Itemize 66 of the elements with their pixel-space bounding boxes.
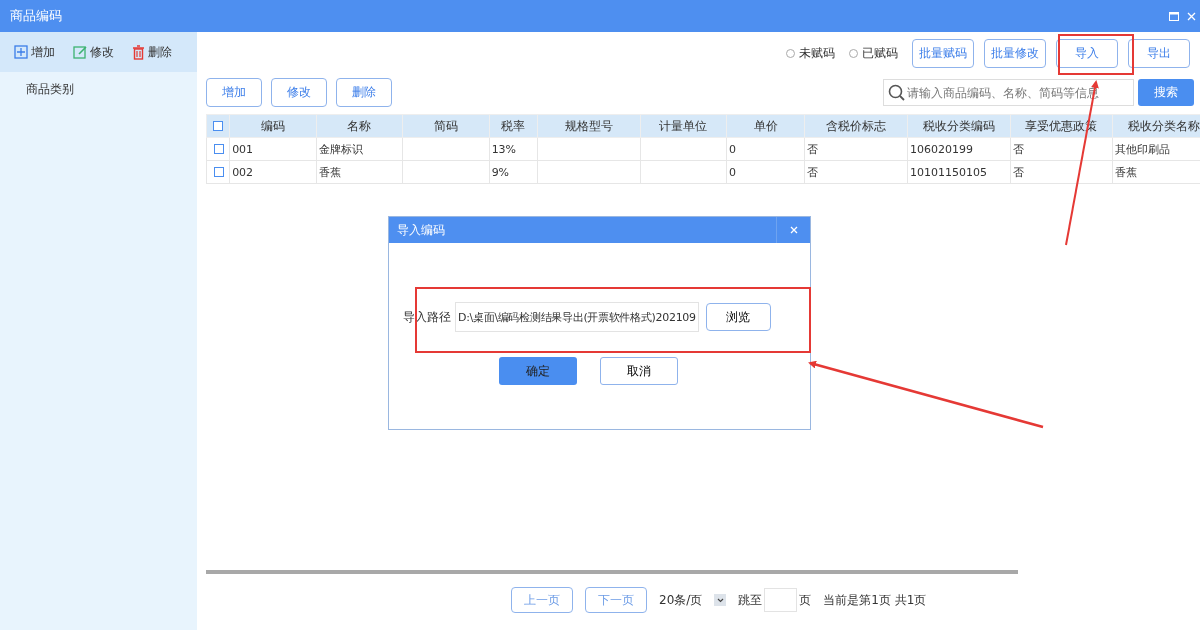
table-cell: 否 [1010,137,1113,161]
toolbar-button[interactable]: 增加 [14,43,55,61]
toolbar-button[interactable]: 批量修改 [984,38,1046,68]
tree-item[interactable]: 商品类别 [0,72,197,98]
dropdown-button[interactable] [714,594,727,606]
table-cell: 9% [489,160,538,184]
search-icon [888,84,905,101]
window-title: 商品编码 [10,7,62,25]
column-header: 名称 [316,114,403,138]
page-status: 当前是第1页 共1页 [823,591,927,609]
table-cell: 001 [229,137,317,161]
ok-button[interactable]: 确定 [499,357,577,385]
path-field[interactable]: D:\桌面\编码检测结果导出(开票软件格式)202109 [455,302,699,332]
edit-icon [73,45,87,59]
table-cell: 106020199 [907,137,1011,161]
page-unit-label: 页 [799,591,812,609]
toolbar-button[interactable]: 修改 [271,78,327,107]
toolbar-button[interactable]: 删除 [132,43,172,61]
toolbar-button[interactable]: 批量赋码 [912,38,974,68]
plus-square-icon [14,45,28,59]
maximize-icon[interactable] [1169,11,1179,21]
table-cell: 否 [804,160,908,184]
table-cell: 002 [229,160,317,184]
toolbar-button[interactable]: 修改 [73,43,114,61]
column-header: 编码 [229,114,317,138]
column-header: 单价 [726,114,805,138]
table-cell: 13% [489,137,538,161]
column-header: 计量单位 [640,114,727,138]
column-header: 简码 [402,114,490,138]
page-input[interactable] [764,588,798,612]
next-page-button[interactable]: 下一页 [585,587,647,613]
radio-label: 已赋码 [862,44,898,62]
table-cell: 否 [1010,160,1113,184]
table-cell: 0 [726,160,805,184]
table-cell: 金牌标识 [316,137,403,161]
column-header: 规格型号 [537,114,640,138]
cancel-button[interactable]: 取消 [600,357,678,385]
horizontal-scrollbar[interactable] [206,570,1018,574]
prev-page-button[interactable]: 上一页 [511,587,573,613]
column-header: 税收分类名称 [1112,114,1200,138]
table-cell: 0 [726,137,805,161]
toolbar-button[interactable]: 导出 [1128,38,1190,68]
column-header: 税率 [489,114,538,138]
search-button[interactable]: 搜索 [1138,79,1194,106]
radio-label: 未赋码 [799,44,835,62]
checkbox[interactable] [213,121,224,131]
trash-icon [132,44,145,60]
browse-button[interactable]: 浏览 [705,303,771,331]
jump-label: 跳至 [738,591,763,609]
table-cell: 否 [804,137,908,161]
page-size-label: 20条/页 [659,591,703,609]
close-icon [789,226,798,234]
dialog-title: 导入编码 [397,221,445,239]
column-header: 税收分类编码 [907,114,1011,138]
table-cell: 10101150105 [907,160,1011,184]
chevron-down-icon [716,597,724,603]
toolbar-button[interactable]: 导入 [1056,38,1118,68]
table-cell: 香蕉 [316,160,403,184]
radio-button[interactable] [849,48,858,58]
checkbox[interactable] [214,144,225,154]
checkbox[interactable] [214,167,225,177]
column-header: 含税价标志 [804,114,908,138]
toolbar-button[interactable]: 删除 [336,78,392,107]
close-icon[interactable] [1187,11,1196,21]
radio-button[interactable] [786,48,795,58]
toolbar-button[interactable]: 增加 [206,78,262,107]
